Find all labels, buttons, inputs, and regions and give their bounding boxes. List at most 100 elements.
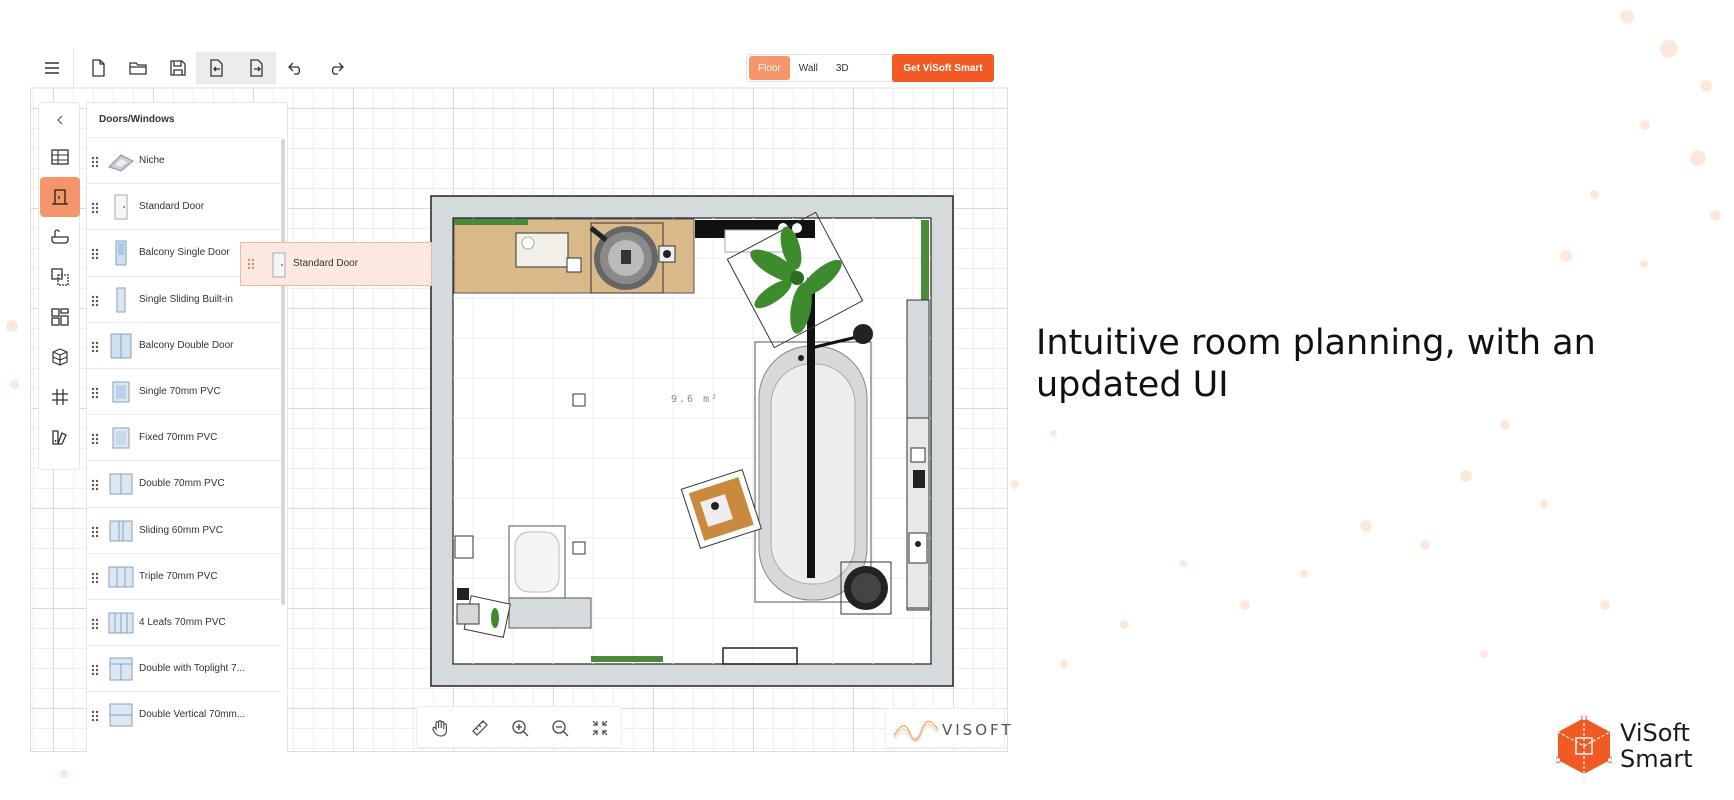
- colors-icon[interactable]: [40, 417, 80, 457]
- drag-handle-icon[interactable]: [91, 432, 99, 450]
- rooms-icon[interactable]: [40, 137, 80, 177]
- slide: 9.6 m² Floor Wall 3D Get ViSoft Smart Do…: [0, 0, 1734, 800]
- headline: Intuitive room planning, with an updated…: [1036, 323, 1596, 405]
- niche-icon: [108, 154, 134, 172]
- save-icon[interactable]: [158, 52, 198, 84]
- list-item[interactable]: 4 Leafs 70mm PVC: [87, 598, 281, 645]
- top-toolbar: Floor Wall 3D Get ViSoft Smart: [30, 48, 1008, 88]
- drag-handle-icon[interactable]: [91, 478, 99, 496]
- drag-handle-icon[interactable]: [91, 155, 99, 173]
- toplight-window-icon: [109, 657, 133, 681]
- vertical-window-icon: [109, 703, 133, 727]
- view-mode-switch: Floor Wall 3D: [746, 54, 904, 82]
- list-item[interactable]: Single 70mm PVC: [87, 367, 281, 414]
- toolbar-divider: [73, 48, 74, 88]
- zoom-out-icon[interactable]: [545, 713, 575, 743]
- tiles-icon[interactable]: [40, 257, 80, 297]
- cube-logo-icon: [1556, 716, 1612, 774]
- visoft-wave-logo: [893, 720, 939, 743]
- sliding-door-icon: [116, 287, 126, 313]
- menu-icon[interactable]: [32, 52, 72, 84]
- list-item[interactable]: Standard Door: [87, 183, 281, 229]
- drag-handle-icon[interactable]: [91, 386, 99, 404]
- measure-icon[interactable]: [465, 713, 495, 743]
- grid-icon[interactable]: [40, 377, 80, 417]
- export-icon[interactable]: [236, 52, 276, 84]
- redo-icon[interactable]: [316, 52, 356, 84]
- drag-handle-icon[interactable]: [91, 709, 99, 727]
- list-item-label: Single Sliding Built-in: [139, 293, 233, 305]
- drag-handle-icon[interactable]: [91, 617, 99, 635]
- list-item-label: Sliding 60mm PVC: [139, 524, 223, 536]
- vanity-counter: [453, 218, 695, 294]
- drag-handle-icon[interactable]: [91, 201, 99, 219]
- brand-line-2: Smart: [1620, 745, 1693, 773]
- four-leaf-window-icon: [108, 612, 134, 634]
- list-item[interactable]: Double 70mm PVC: [87, 460, 281, 506]
- drag-handle-icon[interactable]: [91, 571, 99, 589]
- list-item-label: 4 Leafs 70mm PVC: [139, 616, 226, 628]
- brand-line-1: ViSoft: [1620, 719, 1690, 747]
- drag-handle-icon[interactable]: [91, 294, 99, 312]
- doors-windows-icon[interactable]: [40, 177, 80, 217]
- list-item-label: Double 70mm PVC: [139, 478, 225, 490]
- pan-hand-icon[interactable]: [425, 713, 455, 743]
- list-item-label: Triple 70mm PVC: [139, 570, 218, 582]
- bathtub-icon[interactable]: [40, 217, 80, 257]
- list-item-label: Single 70mm PVC: [139, 385, 221, 397]
- library-list: Niche Standard Door Balcony Single Door …: [87, 137, 281, 737]
- list-item-label: Fixed 70mm PVC: [139, 432, 218, 444]
- list-item[interactable]: Double with Toplight 7...: [87, 645, 281, 691]
- brand-name: ViSoft Smart: [1620, 720, 1693, 772]
- drag-handle-icon[interactable]: [91, 525, 99, 543]
- list-item-label: Balcony Double Door: [139, 339, 234, 351]
- mode-3d-button[interactable]: 3D: [827, 56, 858, 80]
- layout-icon[interactable]: [40, 297, 80, 337]
- mode-wall-button[interactable]: Wall: [790, 56, 827, 80]
- plants-strip: [454, 219, 528, 225]
- window-icon: [112, 381, 130, 403]
- import-icon[interactable]: [196, 52, 236, 84]
- sliding-window-icon: [109, 520, 133, 541]
- dragged-item-label: Standard Door: [293, 258, 359, 269]
- drag-handle-icon[interactable]: [91, 247, 99, 265]
- panel-scrollbar[interactable]: [281, 139, 285, 605]
- list-item-label: Niche: [139, 155, 165, 166]
- app-window: 9.6 m² Floor Wall 3D Get ViSoft Smart Do…: [30, 48, 1011, 752]
- library-panel: Doors/Windows Niche Standard Door Balcon…: [86, 102, 288, 752]
- drag-handle-icon[interactable]: [91, 663, 99, 681]
- double-window-icon: [109, 473, 133, 495]
- list-item-label: Double with Toplight 7...: [139, 663, 245, 675]
- canvas-tools: [416, 706, 622, 748]
- panel-title: Doors/Windows: [99, 114, 175, 125]
- drag-handle-icon[interactable]: [91, 340, 99, 358]
- door-icon: [114, 194, 128, 220]
- undo-icon[interactable]: [276, 52, 316, 84]
- list-item[interactable]: Sliding 60mm PVC: [87, 506, 281, 553]
- right-plants: [921, 220, 929, 306]
- triple-window-icon: [108, 566, 134, 588]
- materials-icon[interactable]: [40, 337, 80, 377]
- dragged-item-ghost[interactable]: Standard Door: [240, 242, 432, 286]
- collapse-panel-icon[interactable]: [40, 105, 80, 135]
- list-item-label: Standard Door: [139, 201, 205, 213]
- door-icon: [272, 252, 286, 278]
- balcony-door-icon: [115, 240, 127, 266]
- list-item[interactable]: Fixed 70mm PVC: [87, 414, 281, 460]
- get-visoft-smart-button[interactable]: Get ViSoft Smart: [892, 54, 994, 82]
- list-item[interactable]: Double Vertical 70mm...: [87, 691, 281, 737]
- room-area-label: 9.6 m²: [671, 394, 720, 405]
- new-file-icon[interactable]: [78, 52, 118, 84]
- list-item[interactable]: Triple 70mm PVC: [87, 552, 281, 599]
- list-item-label: Balcony Single Door: [139, 247, 230, 259]
- double-door-icon: [110, 333, 132, 359]
- mode-floor-button[interactable]: Floor: [749, 56, 790, 80]
- list-item[interactable]: Niche: [87, 137, 281, 183]
- zoom-in-icon[interactable]: [505, 713, 535, 743]
- visoft-watermark: VISOFT: [885, 708, 1011, 748]
- window-icon: [112, 427, 130, 449]
- list-item-label: Double Vertical 70mm...: [139, 709, 246, 721]
- fit-to-screen-icon[interactable]: [585, 713, 615, 743]
- list-item[interactable]: Balcony Double Door: [87, 321, 281, 368]
- open-folder-icon[interactable]: [118, 52, 158, 84]
